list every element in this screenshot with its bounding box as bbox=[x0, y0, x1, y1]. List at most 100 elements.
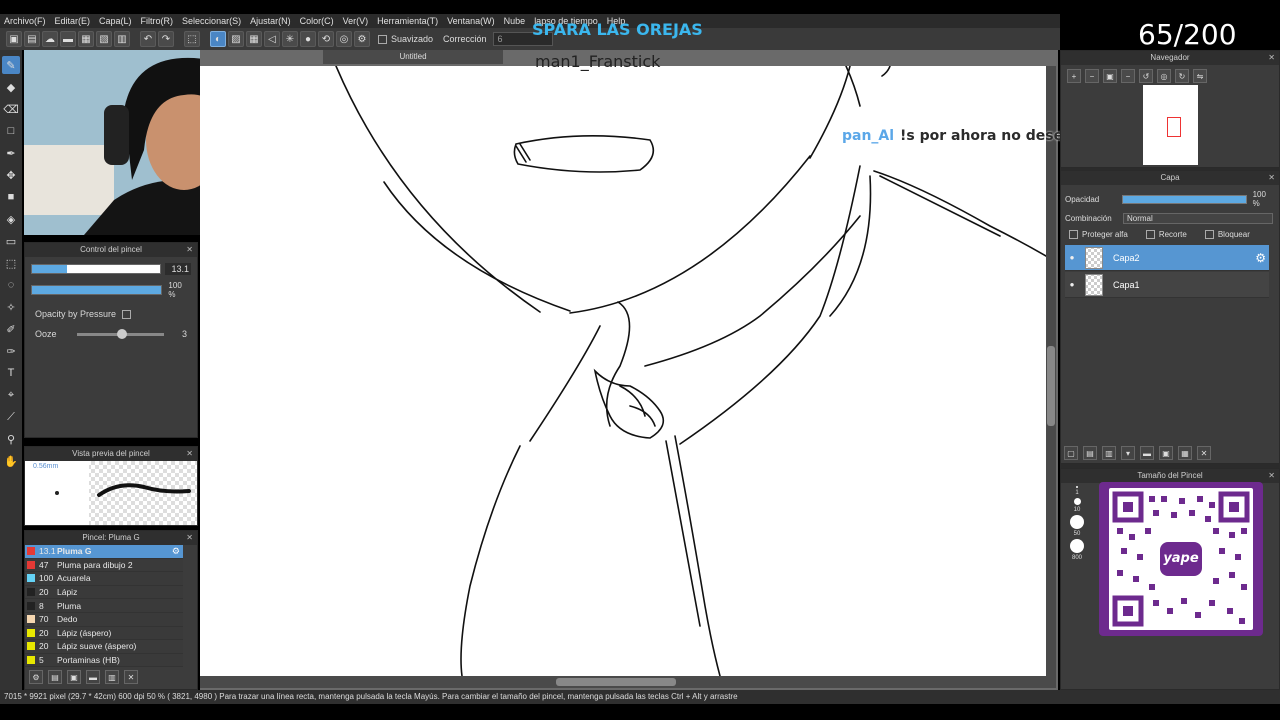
zoom-out-icon[interactable]: − bbox=[1085, 69, 1099, 83]
menu-file[interactable]: Archivo(F) bbox=[4, 16, 46, 26]
divide-tool-icon[interactable]: ⟋ bbox=[2, 408, 20, 426]
brush-add-icon[interactable]: ⚙ bbox=[29, 670, 43, 685]
flip-icon[interactable]: ⇋ bbox=[1193, 69, 1207, 83]
merge-layer-icon[interactable]: ▦ bbox=[1178, 446, 1192, 460]
hand-tool-icon[interactable]: ✋ bbox=[2, 452, 20, 470]
navigator-view-frame[interactable] bbox=[1167, 117, 1181, 137]
layer-opacity-slider[interactable] bbox=[1122, 194, 1247, 204]
panel-close-icon[interactable]: ✕ bbox=[1268, 51, 1275, 65]
brush-delete-icon[interactable]: ✕ bbox=[124, 670, 138, 685]
fill-tool-icon[interactable]: ◆ bbox=[2, 78, 20, 96]
bucket-tool-icon[interactable]: ◈ bbox=[2, 210, 20, 228]
panel-close-icon[interactable]: ✕ bbox=[186, 447, 193, 461]
rect-tool-icon[interactable]: □ bbox=[2, 122, 20, 140]
zoom-in-icon[interactable]: + bbox=[1067, 69, 1081, 83]
size-preset-800[interactable]: 800 bbox=[1064, 539, 1090, 561]
panel-close-icon[interactable]: ✕ bbox=[1268, 469, 1275, 483]
brush-duplicate-icon[interactable]: ▥ bbox=[105, 670, 119, 685]
brush-list-item[interactable]: 47 Pluma para dibujo 2 bbox=[25, 559, 183, 573]
export-icon[interactable]: ▧ bbox=[96, 31, 112, 47]
lock-checkbox[interactable] bbox=[1204, 230, 1214, 239]
blend-select[interactable]: Normal bbox=[1123, 213, 1273, 224]
layer-row-capa2[interactable]: ● Capa2 ⚙ bbox=[1065, 245, 1269, 271]
new-vector-layer-icon[interactable]: ▥ bbox=[1102, 446, 1116, 460]
menu-tool[interactable]: Herramienta(T) bbox=[377, 16, 438, 26]
delete-layer-icon[interactable]: ✕ bbox=[1197, 446, 1211, 460]
brush-list-item[interactable]: 20 Lápiz (áspero) bbox=[25, 627, 183, 641]
select-pen-icon[interactable]: ✐ bbox=[2, 320, 20, 338]
brush-settings-icon[interactable]: ⚙ bbox=[172, 546, 180, 557]
menu-cloud[interactable]: Nube bbox=[504, 16, 526, 26]
fit-icon[interactable]: ▣ bbox=[1103, 69, 1117, 83]
brush-list-item[interactable]: 13.1 Pluma G ⚙ bbox=[25, 545, 183, 559]
horizontal-scroll-thumb[interactable] bbox=[556, 678, 676, 686]
wand-icon[interactable]: ✧ bbox=[2, 298, 20, 316]
brush-folder-icon[interactable]: ▬ bbox=[86, 670, 100, 685]
menu-filter[interactable]: Filtro(R) bbox=[141, 16, 174, 26]
selection-icon[interactable]: ⬚ bbox=[184, 31, 200, 47]
menu-layer[interactable]: Capa(L) bbox=[99, 16, 132, 26]
ooze-knob[interactable] bbox=[116, 328, 127, 339]
clip-option[interactable]: Recorte bbox=[1142, 230, 1187, 239]
pen-icon[interactable]: ◐ bbox=[210, 31, 226, 47]
protect-alpha-checkbox[interactable] bbox=[1069, 230, 1078, 239]
ruler-icon[interactable]: ◁ bbox=[264, 31, 280, 47]
size-value[interactable]: 13.1 bbox=[165, 263, 191, 275]
brush-list-item[interactable]: 20 Lápiz suave (áspero) bbox=[25, 640, 183, 654]
menu-edit[interactable]: Editar(E) bbox=[55, 16, 91, 26]
menu-window[interactable]: Ventana(W) bbox=[447, 16, 495, 26]
menu-select[interactable]: Seleccionar(S) bbox=[182, 16, 241, 26]
rotate-left-icon[interactable]: ↺ bbox=[1139, 69, 1153, 83]
vertical-scrollbar[interactable] bbox=[1046, 66, 1056, 676]
open-file-icon[interactable]: ▤ bbox=[24, 31, 40, 47]
panel-close-icon[interactable]: ✕ bbox=[186, 531, 193, 545]
operation-tool-icon[interactable]: ⌖ bbox=[2, 386, 20, 404]
visibility-icon[interactable]: ● bbox=[1065, 253, 1079, 262]
size-slider[interactable] bbox=[31, 264, 162, 274]
menu-color[interactable]: Color(C) bbox=[300, 16, 334, 26]
brush-tool-icon[interactable]: ✒ bbox=[2, 144, 20, 162]
grid-icon[interactable]: ▦ bbox=[246, 31, 262, 47]
select-rect-icon[interactable]: ⬚ bbox=[2, 254, 20, 272]
document-tab[interactable]: Untitled bbox=[323, 50, 503, 64]
document-icon[interactable]: ▥ bbox=[114, 31, 130, 47]
size-preset-1[interactable]: 1 bbox=[1064, 486, 1090, 496]
text-tool-icon[interactable]: T bbox=[2, 364, 20, 382]
square-tool-icon[interactable]: ■ bbox=[2, 188, 20, 206]
smooth-checkbox[interactable] bbox=[378, 34, 387, 44]
brush-list-item[interactable]: 20 Lápiz bbox=[25, 586, 183, 600]
new-layer-icon[interactable]: ▢ bbox=[1064, 446, 1078, 460]
lock-option[interactable]: Bloquear bbox=[1201, 230, 1250, 239]
undo-icon[interactable]: ↶ bbox=[140, 31, 156, 47]
symmetry-icon[interactable]: ✳ bbox=[282, 31, 298, 47]
transform-icon[interactable]: ⟲ bbox=[318, 31, 334, 47]
rotate-right-icon[interactable]: ↻ bbox=[1175, 69, 1189, 83]
new-folder-dropdown-icon[interactable]: ▾ bbox=[1121, 446, 1135, 460]
new-file-icon[interactable]: ▣ bbox=[6, 31, 22, 47]
eyedropper-icon[interactable]: ⚲ bbox=[2, 430, 20, 448]
eraser-tool-icon[interactable]: ⌫ bbox=[2, 100, 20, 118]
move-tool-icon[interactable]: ✥ bbox=[2, 166, 20, 184]
vertical-scroll-thumb[interactable] bbox=[1047, 346, 1055, 426]
folder-icon[interactable]: ▬ bbox=[1140, 446, 1154, 460]
duplicate-layer-icon[interactable]: ▣ bbox=[1159, 446, 1173, 460]
cloud-icon[interactable]: ☁ bbox=[42, 31, 58, 47]
save-icon[interactable]: ▬ bbox=[60, 31, 76, 47]
brush-copy-icon[interactable]: ▤ bbox=[48, 670, 62, 685]
lasso-icon[interactable]: ◌ bbox=[2, 276, 20, 294]
navigator-thumbnail[interactable] bbox=[1143, 85, 1198, 165]
pen-tool-icon[interactable]: ✎ bbox=[2, 56, 20, 74]
select-brush-icon[interactable]: ✑ bbox=[2, 342, 20, 360]
brush-list-item[interactable]: 5 Portaminas (HB) bbox=[25, 654, 183, 668]
brush-list-item[interactable]: 100 Acuarela bbox=[25, 572, 183, 586]
rotate-reset-icon[interactable]: ◎ bbox=[1157, 69, 1171, 83]
drawing-canvas[interactable] bbox=[200, 66, 1046, 676]
redo-icon[interactable]: ↷ bbox=[158, 31, 174, 47]
new-raster-layer-icon[interactable]: ▤ bbox=[1083, 446, 1097, 460]
snap-icon[interactable]: ◎ bbox=[336, 31, 352, 47]
clip-checkbox[interactable] bbox=[1145, 230, 1155, 239]
size-preset-10[interactable]: 10 bbox=[1064, 498, 1090, 513]
brush-export-icon[interactable]: ▣ bbox=[67, 670, 81, 685]
visibility-icon[interactable]: ● bbox=[1065, 280, 1079, 289]
hatch-icon[interactable]: ▨ bbox=[228, 31, 244, 47]
